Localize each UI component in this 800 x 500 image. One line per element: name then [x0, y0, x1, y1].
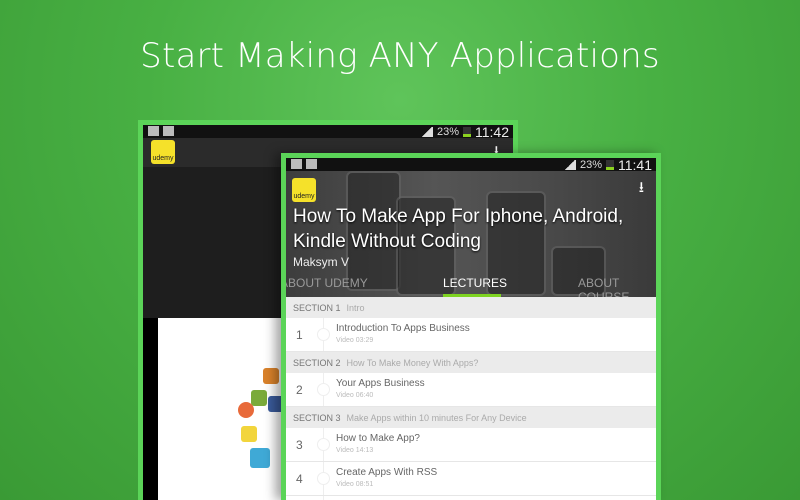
app-icon [263, 368, 279, 384]
course-author[interactable]: Maksym V [293, 255, 349, 269]
lecture-title: Create Apps With RSS [336, 467, 438, 478]
signal-icon [420, 126, 433, 137]
lecture-meta: Video 06:40 [336, 392, 374, 399]
signal-icon [563, 159, 576, 170]
section-label: SECTION 2 [293, 357, 341, 368]
section-title: Intro [346, 302, 365, 313]
progress-circle-icon [317, 472, 330, 485]
section-header: SECTION 3 Make Apps within 10 minutes For… [286, 407, 656, 428]
app-icon [238, 402, 254, 418]
udemy-logo[interactable]: udemy [292, 178, 316, 202]
lecture-title: Introduction To Apps Business [336, 323, 470, 334]
lecture-item[interactable]: 4 Create Apps With RSS Video 08:51 [286, 462, 656, 496]
battery-icon [463, 126, 471, 137]
udemy-logo[interactable]: udemy [151, 140, 175, 164]
battery-icon [606, 159, 614, 170]
lecture-item-partial[interactable] [286, 496, 656, 500]
front-phone-screen: 23% 11:41 udemy ⭳ How To Make App For Ip… [281, 153, 661, 500]
headline: Start Making ANY Applications [140, 36, 660, 76]
twitter-app-icon [250, 448, 270, 468]
lecture-number: 2 [296, 383, 303, 397]
lecture-meta: Video 03:29 [336, 337, 374, 344]
status-bar: 23% 11:42 [143, 125, 513, 140]
tab-about-course[interactable]: ABOUT COURSE [578, 276, 656, 297]
app-icon [241, 426, 257, 442]
battery-percent: 23% [579, 158, 602, 171]
progress-circle-icon [317, 383, 330, 396]
lecture-title: Your Apps Business [336, 378, 425, 389]
battery-percent: 23% [436, 125, 459, 138]
video-letterbox [143, 318, 158, 500]
lecture-list: SECTION 1 Intro 1 Introduction To Apps Bus… [286, 297, 656, 500]
progress-circle-icon [317, 328, 330, 341]
lecture-meta: Video 08:51 [336, 481, 374, 488]
section-header: SECTION 1 Intro [286, 297, 656, 318]
section-label: SECTION 3 [293, 412, 341, 423]
logo-text: udemy [152, 155, 174, 162]
section-title: Make Apps within 10 minutes For Any Devi… [346, 412, 527, 423]
lecture-item[interactable]: 1 Introduction To Apps Business Video 03:2… [286, 318, 656, 352]
tab-about-udemy[interactable]: ABOUT UDEMY [286, 276, 368, 290]
course-title: How To Make App For Iphone, Android, Kin… [293, 206, 624, 252]
sim-icon [291, 159, 302, 169]
image-icon [306, 159, 317, 169]
lecture-number: 4 [296, 472, 303, 486]
lecture-item[interactable]: 2 Your Apps Business Video 06:40 [286, 373, 656, 407]
lecture-title: How to Make App? [336, 433, 420, 444]
logo-text: udemy [293, 193, 315, 200]
section-label: SECTION 1 [293, 302, 341, 313]
sim-icon [148, 126, 159, 136]
image-icon [163, 126, 174, 136]
status-bar: 23% 11:41 [286, 158, 656, 173]
section-title: How To Make Money With Apps? [346, 357, 479, 368]
progress-circle-icon [317, 438, 330, 451]
course-header: udemy ⭳ How To Make App For Iphone, Andr… [286, 171, 656, 297]
lecture-number: 1 [296, 328, 303, 342]
tab-lectures[interactable]: LECTURES [443, 276, 507, 297]
lecture-item[interactable]: 3 How to Make App? Video 14:13 [286, 428, 656, 462]
download-icon[interactable]: ⭳ [639, 177, 644, 202]
section-header: SECTION 2 How To Make Money With Apps? [286, 352, 656, 373]
lecture-meta: Video 14:13 [336, 447, 374, 454]
lecture-number: 3 [296, 438, 303, 452]
android-app-icon [251, 390, 267, 406]
